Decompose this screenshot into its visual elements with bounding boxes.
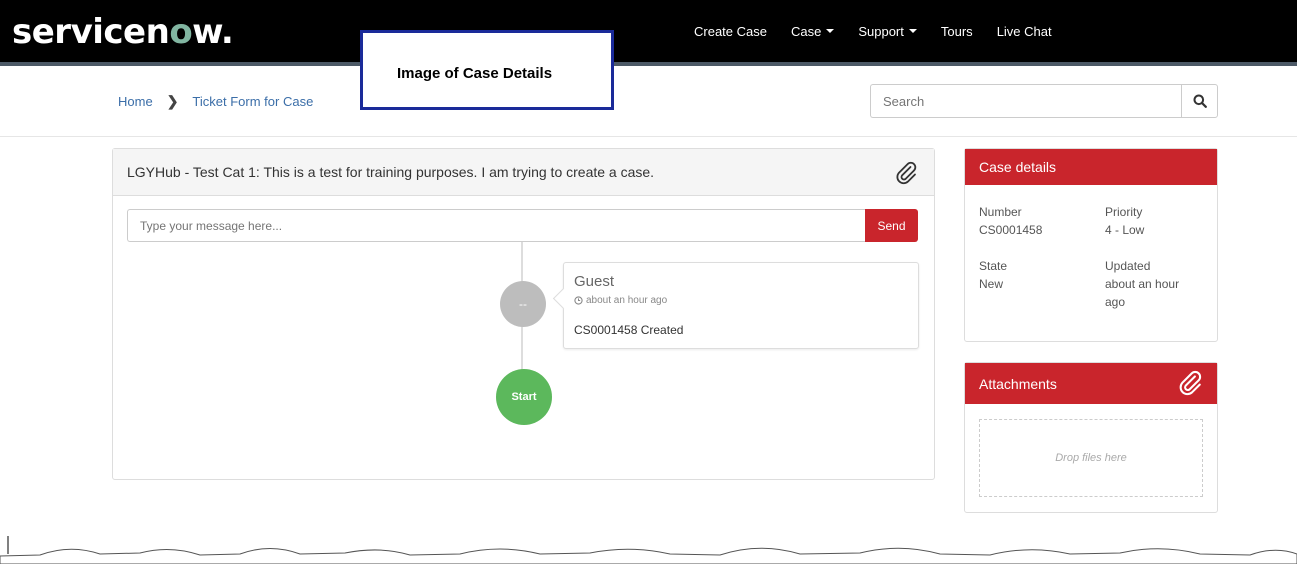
updated-label: Updated <box>1105 259 1151 273</box>
nav-label: Support <box>858 23 904 39</box>
main-nav: Create Case Case Support Tours Live Chat <box>694 0 1076 62</box>
search-icon <box>1193 94 1207 108</box>
search-box <box>870 84 1218 118</box>
drop-zone-text: Drop files here <box>1055 452 1127 464</box>
nav-label: Live Chat <box>996 23 1052 39</box>
entry-message: CS0001458 Created <box>574 323 684 337</box>
callout-text: Image of Case Details <box>397 65 553 82</box>
send-button[interactable]: Send <box>865 209 918 242</box>
priority-value: 4 - Low <box>1105 223 1145 237</box>
entry-timestamp: about an hour ago <box>574 295 667 306</box>
header-divider <box>0 136 1297 137</box>
annotation-callout: Image of Case Details <box>360 30 614 110</box>
timeline-entry: Guest about an hour ago CS0001458 Create… <box>552 262 919 349</box>
case-conversation-panel: LGYHub - Test Cat 1: This is a test for … <box>112 148 935 480</box>
state-field: State New <box>979 257 1089 293</box>
nav-label: Tours <box>940 23 973 39</box>
caret-down-icon <box>826 29 835 33</box>
logo-o-mark: o <box>169 12 193 52</box>
paperclip-icon[interactable] <box>1177 370 1203 399</box>
top-navigation-bar: servicenow. Create Case Case Support Tou… <box>0 0 1297 62</box>
entry-pointer <box>552 287 575 310</box>
file-drop-zone[interactable]: Drop files here <box>979 419 1203 497</box>
case-details-header: Case details <box>965 149 1217 185</box>
logo-text: servicen <box>12 12 170 52</box>
nav-label: Create Case <box>694 23 767 39</box>
nav-live-chat[interactable]: Live Chat <box>997 24 1052 39</box>
torn-edge-decoration <box>0 536 1297 564</box>
nav-label: Case <box>790 23 822 39</box>
entry-time-text: about an hour ago <box>586 295 668 306</box>
breadcrumb-current[interactable]: Ticket Form for Case <box>192 94 313 109</box>
search-input[interactable] <box>870 84 1181 118</box>
case-title: LGYHub - Test Cat 1: This is a test for … <box>127 164 655 180</box>
paperclip-icon[interactable] <box>894 161 918 190</box>
message-input[interactable] <box>127 209 865 242</box>
number-field: Number CS0001458 <box>979 203 1089 239</box>
nav-support-dropdown[interactable]: Support <box>858 24 917 39</box>
updated-value-cont: ago <box>1105 295 1126 309</box>
priority-label: Priority <box>1105 205 1143 219</box>
servicenow-logo[interactable]: servicenow. <box>12 12 234 52</box>
case-details-title: Case details <box>979 159 1057 175</box>
attachments-title: Attachments <box>979 375 1057 392</box>
chevron-right-icon: ❯ <box>166 93 179 109</box>
updated-value: about an hour <box>1105 277 1180 291</box>
breadcrumb: Home ❯ Ticket Form for Case <box>118 93 313 110</box>
attachments-header: Attachments <box>965 363 1217 404</box>
priority-field: Priority 4 - Low <box>1105 203 1215 239</box>
number-label: Number <box>979 205 1022 219</box>
guest-avatar: -- <box>500 281 546 327</box>
topbar-underline <box>0 62 1297 66</box>
number-value: CS0001458 <box>979 223 1043 237</box>
entry-author: Guest <box>574 273 615 290</box>
caret-down-icon <box>908 29 917 33</box>
timeline-start-node: Start <box>496 369 552 425</box>
search-button[interactable] <box>1181 84 1218 118</box>
nav-create-case[interactable]: Create Case <box>694 24 767 39</box>
logo-text-end: w. <box>192 12 234 52</box>
case-details-panel: Case details Number CS0001458 Priority 4… <box>964 148 1218 342</box>
attachments-panel: Attachments Drop files here <box>964 362 1218 513</box>
case-panel-header: LGYHub - Test Cat 1: This is a test for … <box>113 149 934 196</box>
updated-field: Updated about an hour ago <box>1105 257 1215 311</box>
state-value: New <box>979 277 1004 291</box>
breadcrumb-home[interactable]: Home <box>118 94 153 109</box>
nav-tours[interactable]: Tours <box>941 24 973 39</box>
nav-case-dropdown[interactable]: Case <box>790 23 835 39</box>
state-label: State <box>979 259 1008 273</box>
clock-icon <box>574 296 583 305</box>
